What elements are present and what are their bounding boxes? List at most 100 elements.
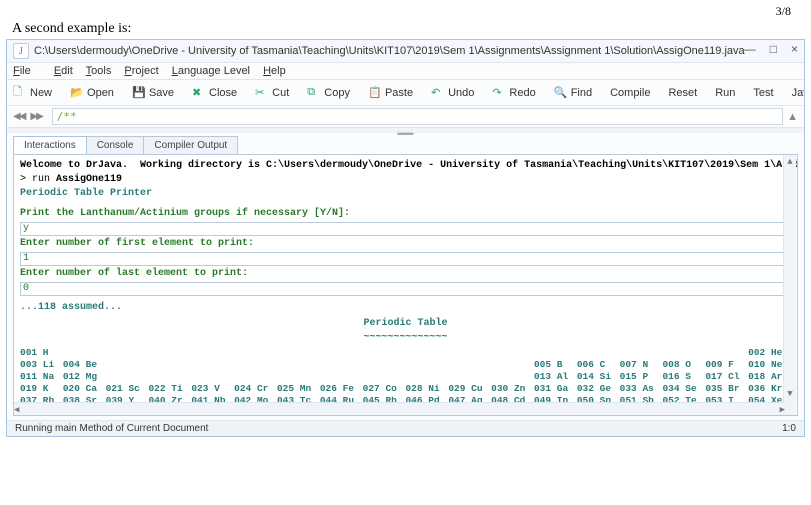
new-icon: 🗋 — [13, 83, 26, 102]
menu-file[interactable]: File — [13, 65, 41, 77]
cut-button[interactable]: ✂Cut — [255, 86, 289, 99]
element-cell: 031 Ga — [534, 383, 577, 395]
paste-icon: 📋 — [368, 86, 381, 99]
element-cell — [148, 347, 191, 359]
element-cell — [191, 359, 234, 371]
element-cell: 009 F — [705, 359, 748, 371]
element-cell — [405, 359, 448, 371]
element-cell: 012 Mg — [63, 371, 106, 383]
input-groups[interactable]: y — [20, 222, 791, 236]
element-cell — [63, 347, 106, 359]
element-cell: 015 P — [620, 371, 663, 383]
new-button[interactable]: 🗋New — [13, 83, 52, 102]
nav-back-icon[interactable]: ◀◀ — [13, 111, 24, 122]
redo-button[interactable]: ↷Redo — [492, 86, 535, 99]
element-cell — [234, 371, 277, 383]
element-cell — [363, 347, 406, 359]
maximize-button[interactable]: □ — [770, 42, 777, 56]
element-cell — [448, 359, 491, 371]
element-cell: 021 Sc — [106, 383, 149, 395]
element-cell: 024 Cr — [234, 383, 277, 395]
element-cell — [491, 371, 534, 383]
menu-edit[interactable]: Edit — [54, 65, 73, 77]
tab-console[interactable]: Console — [86, 136, 145, 154]
element-cell — [277, 371, 320, 383]
element-cell: 016 S — [662, 371, 705, 383]
scroll-left-arrow-icon[interactable]: ◀ — [14, 403, 19, 415]
element-cell — [320, 347, 363, 359]
element-cell: 017 Cl — [705, 371, 748, 383]
element-cell: 005 B — [534, 359, 577, 371]
element-cell — [662, 347, 705, 359]
scroll-right-arrow-icon[interactable]: ▶ — [780, 403, 785, 415]
element-cell: 034 Se — [662, 383, 705, 395]
element-cell: 030 Zn — [491, 383, 534, 395]
compile-button[interactable]: Compile — [610, 87, 650, 99]
undo-button[interactable]: ↶Undo — [431, 86, 474, 99]
paste-button[interactable]: 📋Paste — [368, 86, 413, 99]
element-cell — [534, 347, 577, 359]
menu-bar: File Edit Tools Project Language Level H… — [7, 63, 804, 80]
element-cell: 006 C — [577, 359, 620, 371]
vertical-scrollbar[interactable]: ▲ ▼ — [783, 155, 796, 415]
element-cell: 011 Na — [20, 371, 63, 383]
undo-icon: ↶ — [431, 86, 444, 99]
element-cell — [148, 371, 191, 383]
copy-button[interactable]: ⧉Copy — [307, 86, 350, 99]
element-cell — [191, 347, 234, 359]
pt-heading: Periodic Table~~~~~~~~~~~~~~ — [20, 317, 791, 345]
element-cell — [106, 359, 149, 371]
save-button[interactable]: 💾Save — [132, 86, 174, 99]
run-button[interactable]: Run — [715, 87, 735, 99]
prompt-last: Enter number of last element to print: — [20, 267, 791, 281]
minimize-button[interactable]: — — [744, 42, 756, 56]
open-button[interactable]: 📂Open — [70, 86, 114, 99]
menu-tools[interactable]: Tools — [86, 65, 112, 77]
menu-help[interactable]: Help — [263, 65, 286, 77]
element-cell — [234, 359, 277, 371]
open-icon: 📂 — [70, 86, 83, 99]
reset-button[interactable]: Reset — [668, 87, 697, 99]
element-cell — [405, 347, 448, 359]
element-cell — [234, 347, 277, 359]
caption-text: A second example is: — [0, 19, 811, 39]
element-cell — [106, 371, 149, 383]
element-cell — [620, 347, 663, 359]
input-last[interactable]: 0 — [20, 282, 791, 296]
menu-project[interactable]: Project — [124, 65, 158, 77]
horizontal-scrollbar[interactable]: ◀ ▶ — [14, 402, 785, 415]
javadoc-button[interactable]: Javadoc — [792, 87, 804, 99]
nav-fwd-icon[interactable]: ▶▶ — [30, 111, 41, 122]
element-cell: 007 N — [620, 359, 663, 371]
window-title: C:\Users\dermoudy\OneDrive - University … — [34, 45, 745, 57]
element-cell: 029 Cu — [448, 383, 491, 395]
element-cell: 035 Br — [705, 383, 748, 395]
interactions-pane[interactable]: Welcome to DrJava. Working directory is … — [13, 154, 798, 416]
element-cell — [277, 359, 320, 371]
element-cell: 033 As — [620, 383, 663, 395]
scroll-down-arrow-icon[interactable]: ▼ — [784, 387, 796, 401]
find-icon: 🔍 — [554, 86, 567, 99]
element-cell: 020 Ca — [63, 383, 106, 395]
test-button[interactable]: Test — [753, 87, 773, 99]
element-cell: 022 Ti — [148, 383, 191, 395]
menu-language[interactable]: Language Level — [172, 65, 250, 77]
scroll-up-arrow-icon[interactable]: ▲ — [784, 155, 796, 169]
element-cell — [705, 347, 748, 359]
title-bar: J C:\Users\dermoudy\OneDrive - Universit… — [7, 40, 804, 63]
find-button[interactable]: 🔍Find — [554, 86, 592, 99]
element-cell: 013 Al — [534, 371, 577, 383]
element-cell — [491, 347, 534, 359]
scroll-up-icon[interactable]: ▲ — [787, 111, 798, 123]
tab-compiler-output[interactable]: Compiler Output — [143, 136, 238, 154]
close-window-button[interactable]: × — [791, 42, 798, 56]
input-first[interactable]: 1 — [20, 252, 791, 266]
copy-icon: ⧉ — [307, 86, 320, 99]
close-button[interactable]: ✖Close — [192, 86, 237, 99]
caret-position: 1:0 — [782, 423, 796, 434]
page-number: 3/8 — [0, 0, 811, 19]
element-cell: 026 Fe — [320, 383, 363, 395]
tab-interactions[interactable]: Interactions — [13, 136, 87, 154]
element-cell: 027 Co — [363, 383, 406, 395]
definitions-line-field[interactable]: /** — [52, 108, 783, 125]
